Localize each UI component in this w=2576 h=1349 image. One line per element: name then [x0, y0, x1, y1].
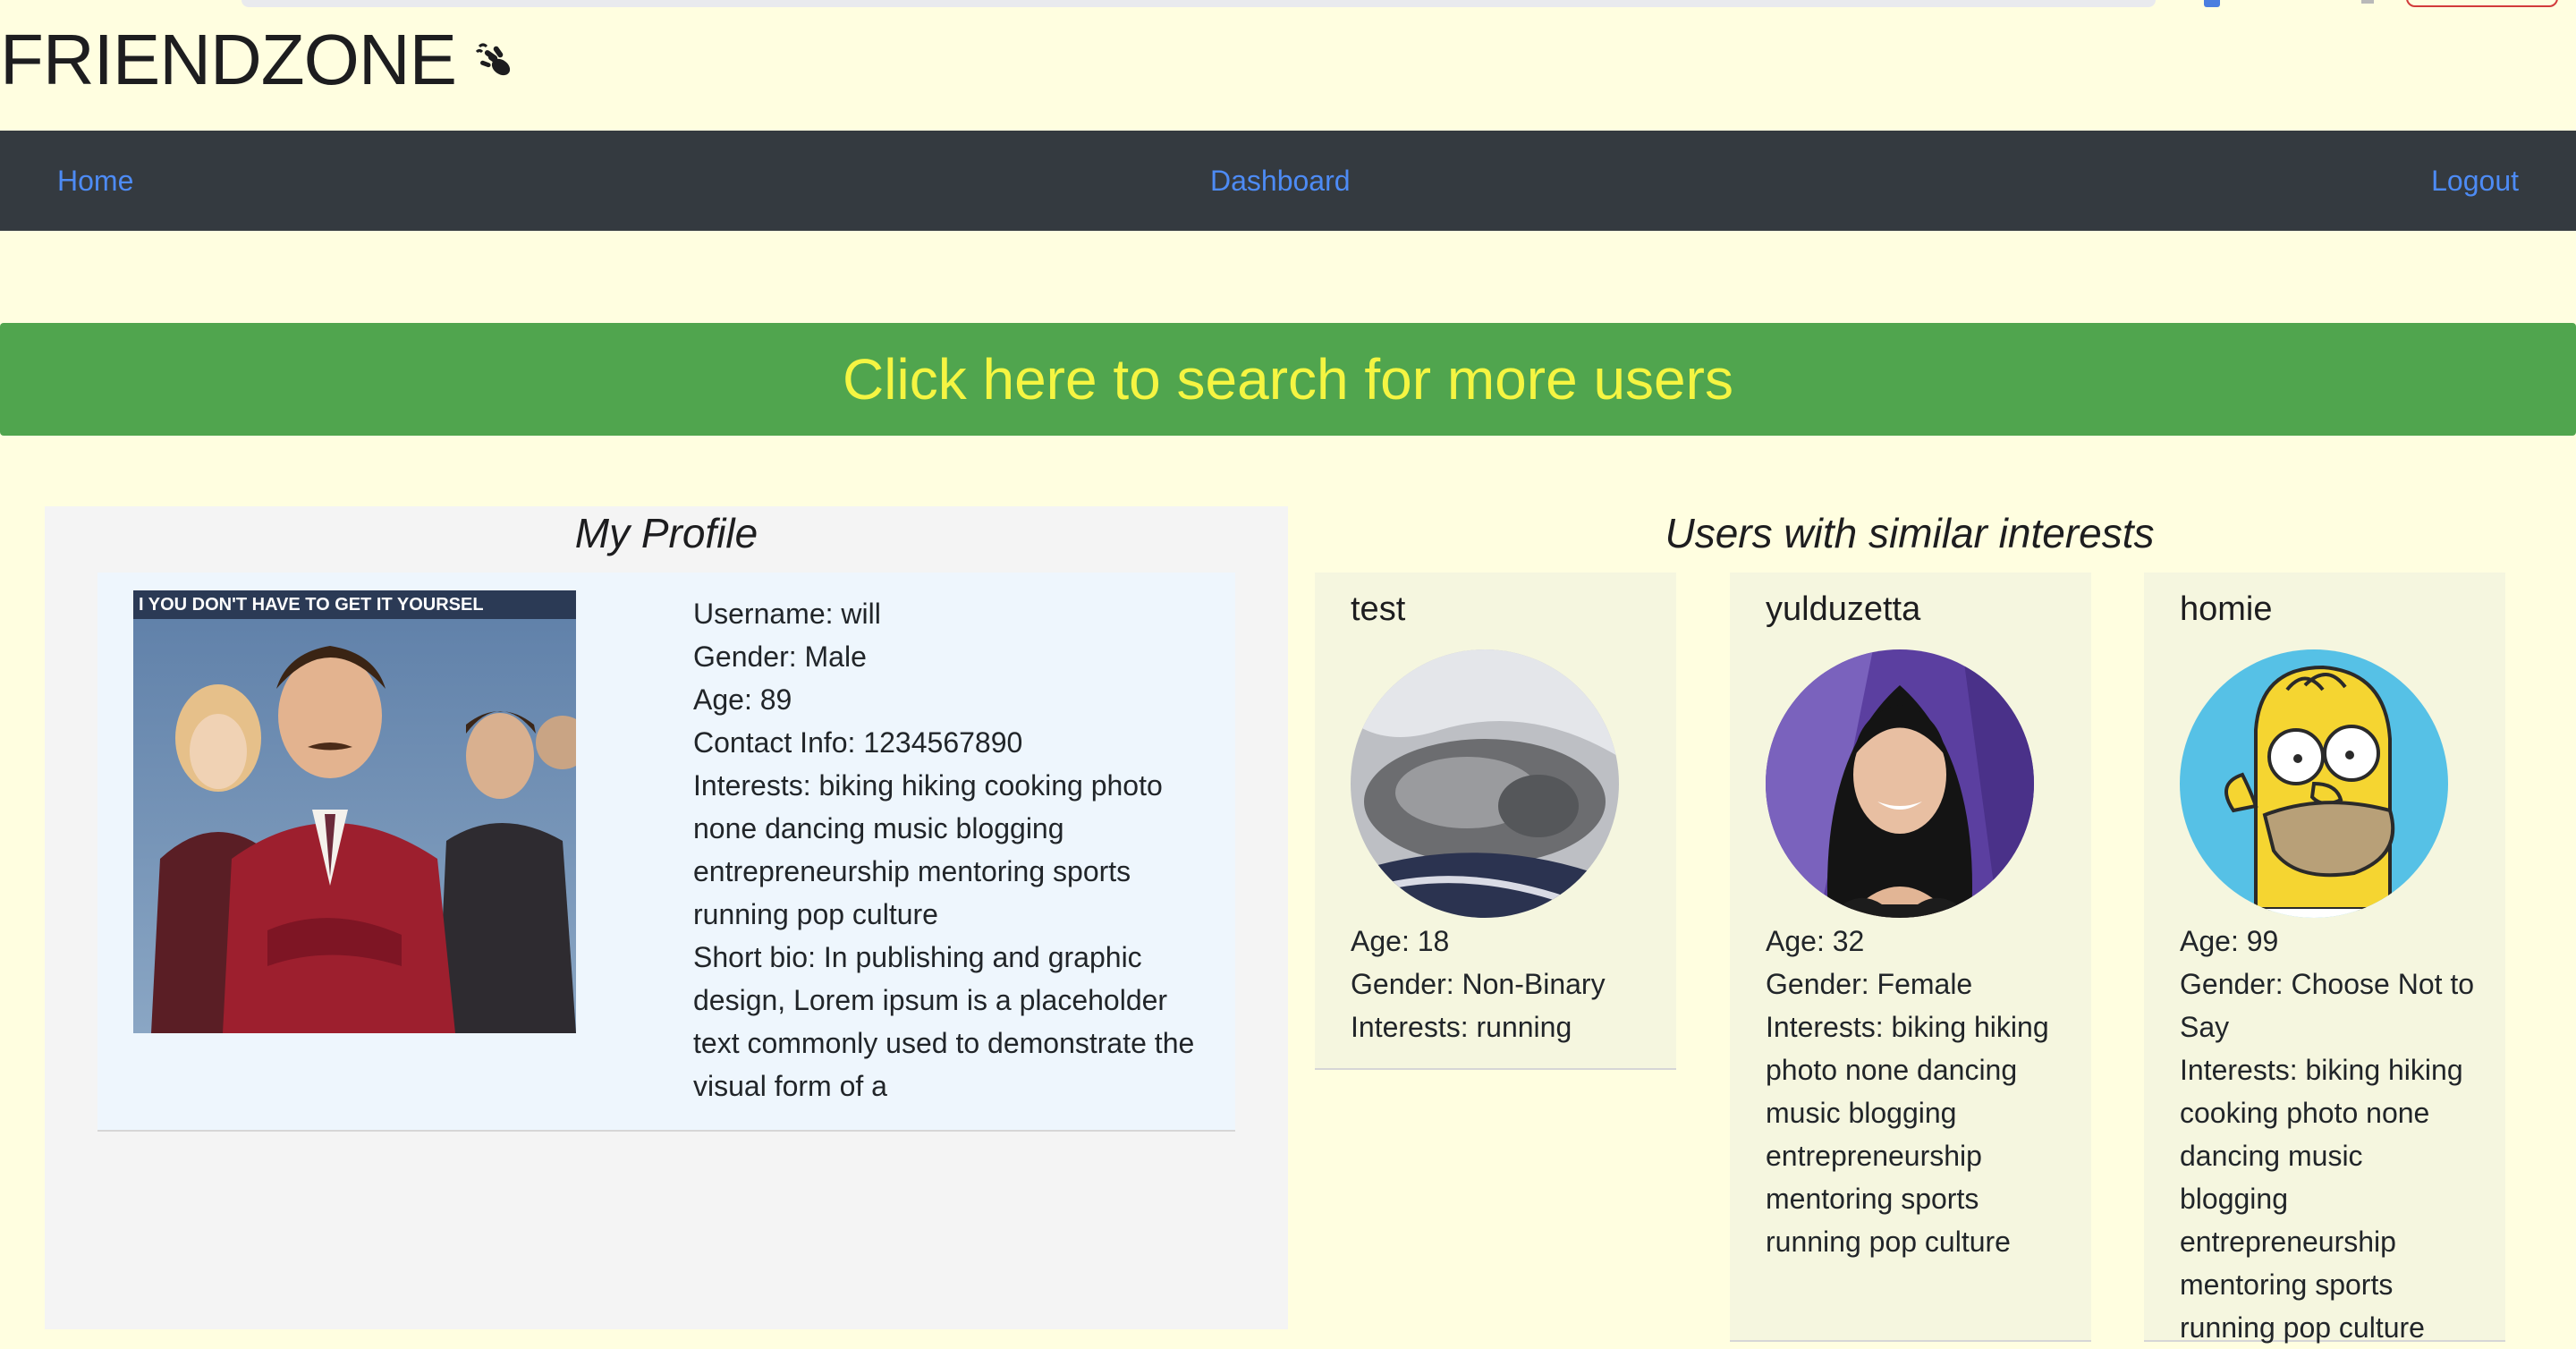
brand-title: FRIENDZONE	[0, 20, 457, 99]
my-profile-card: I YOU DON'T HAVE TO GET IT YOURSEL Usern…	[97, 573, 1235, 1132]
user-details: Age: 99 Gender: Choose Not to Say Intere…	[2180, 920, 2475, 1349]
brand: FRIENDZONE	[0, 20, 519, 100]
browser-chrome-strip	[0, 0, 2576, 13]
menu-tick	[2361, 0, 2374, 4]
my-profile-panel: My Profile I YOU DON'T HAVE TO GET IT YO…	[45, 506, 1288, 1329]
user-name: test	[1351, 590, 1406, 628]
navbar: Home Dashboard Logout	[0, 131, 2576, 231]
user-details: Age: 32 Gender: Female Interests: biking…	[1766, 920, 2061, 1263]
user-age: Age: 32	[1766, 925, 1865, 957]
cat-avatar-illustration	[1351, 649, 1619, 918]
profile-bio: Short bio: In publishing and graphic des…	[693, 941, 1195, 1102]
user-name: yulduzetta	[1766, 590, 1921, 628]
profile-interests: Interests: biking hiking cooking photo n…	[693, 769, 1163, 930]
profile-info: Username: will Gender: Male Age: 89 Cont…	[693, 592, 1203, 1107]
user-interests: Interests: running	[1351, 1011, 1572, 1043]
user-gender: Gender: Choose Not to Say	[2180, 968, 2475, 1043]
user-interests: Interests: biking hiking photo none danc…	[1766, 1011, 2049, 1258]
user-interests: Interests: biking hiking cooking photo n…	[2180, 1054, 2463, 1344]
user-card[interactable]: test Age: 18 Gender: Non-Binary Interest…	[1315, 573, 1676, 1070]
profile-age: Age: 89	[693, 683, 792, 716]
search-users-label: Click here to search for more users	[843, 347, 1733, 411]
extension-icon[interactable]	[2204, 0, 2220, 7]
my-profile-title: My Profile	[574, 510, 758, 556]
profile-photo: I YOU DON'T HAVE TO GET IT YOURSEL	[133, 590, 576, 1033]
woman-avatar-illustration	[1766, 649, 2034, 918]
avatar	[2180, 649, 2448, 918]
user-age: Age: 99	[2180, 925, 2279, 957]
user-details: Age: 18 Gender: Non-Binary Interests: ru…	[1351, 920, 1646, 1048]
user-card[interactable]: yulduzetta Age: 32 Gender: Female Intere…	[1730, 573, 2091, 1342]
photo-caption: I YOU DON'T HAVE TO GET IT YOURSEL	[139, 595, 484, 615]
profile-username: Username: will	[693, 598, 881, 630]
profile-gender: Gender: Male	[693, 641, 867, 673]
homer-avatar-illustration	[2180, 649, 2448, 918]
profile-pill[interactable]	[2406, 0, 2558, 7]
similar-users-title: Users with similar interests	[1665, 510, 2155, 556]
user-gender: Gender: Non-Binary	[1351, 968, 1606, 1000]
address-bar[interactable]	[242, 0, 2156, 7]
user-name: homie	[2180, 590, 2273, 628]
user-gender: Gender: Female	[1766, 968, 1973, 1000]
hand-wave-icon	[475, 43, 511, 76]
profile-contact: Contact Info: 1234567890	[693, 726, 1023, 759]
nav-logout-link[interactable]: Logout	[2431, 131, 2519, 231]
user-card[interactable]: homie Age: 99 Gender: Choose Not to Say …	[2144, 573, 2505, 1344]
user-age: Age: 18	[1351, 925, 1450, 957]
avatar	[1351, 649, 1619, 918]
avatar	[1766, 649, 2034, 918]
nav-home-link[interactable]: Home	[57, 131, 133, 231]
nav-dashboard-link[interactable]: Dashboard	[1210, 131, 1351, 231]
profile-photo-illustration: I YOU DON'T HAVE TO GET IT YOURSEL	[133, 590, 576, 1033]
search-users-button[interactable]: Click here to search for more users	[0, 323, 2576, 436]
